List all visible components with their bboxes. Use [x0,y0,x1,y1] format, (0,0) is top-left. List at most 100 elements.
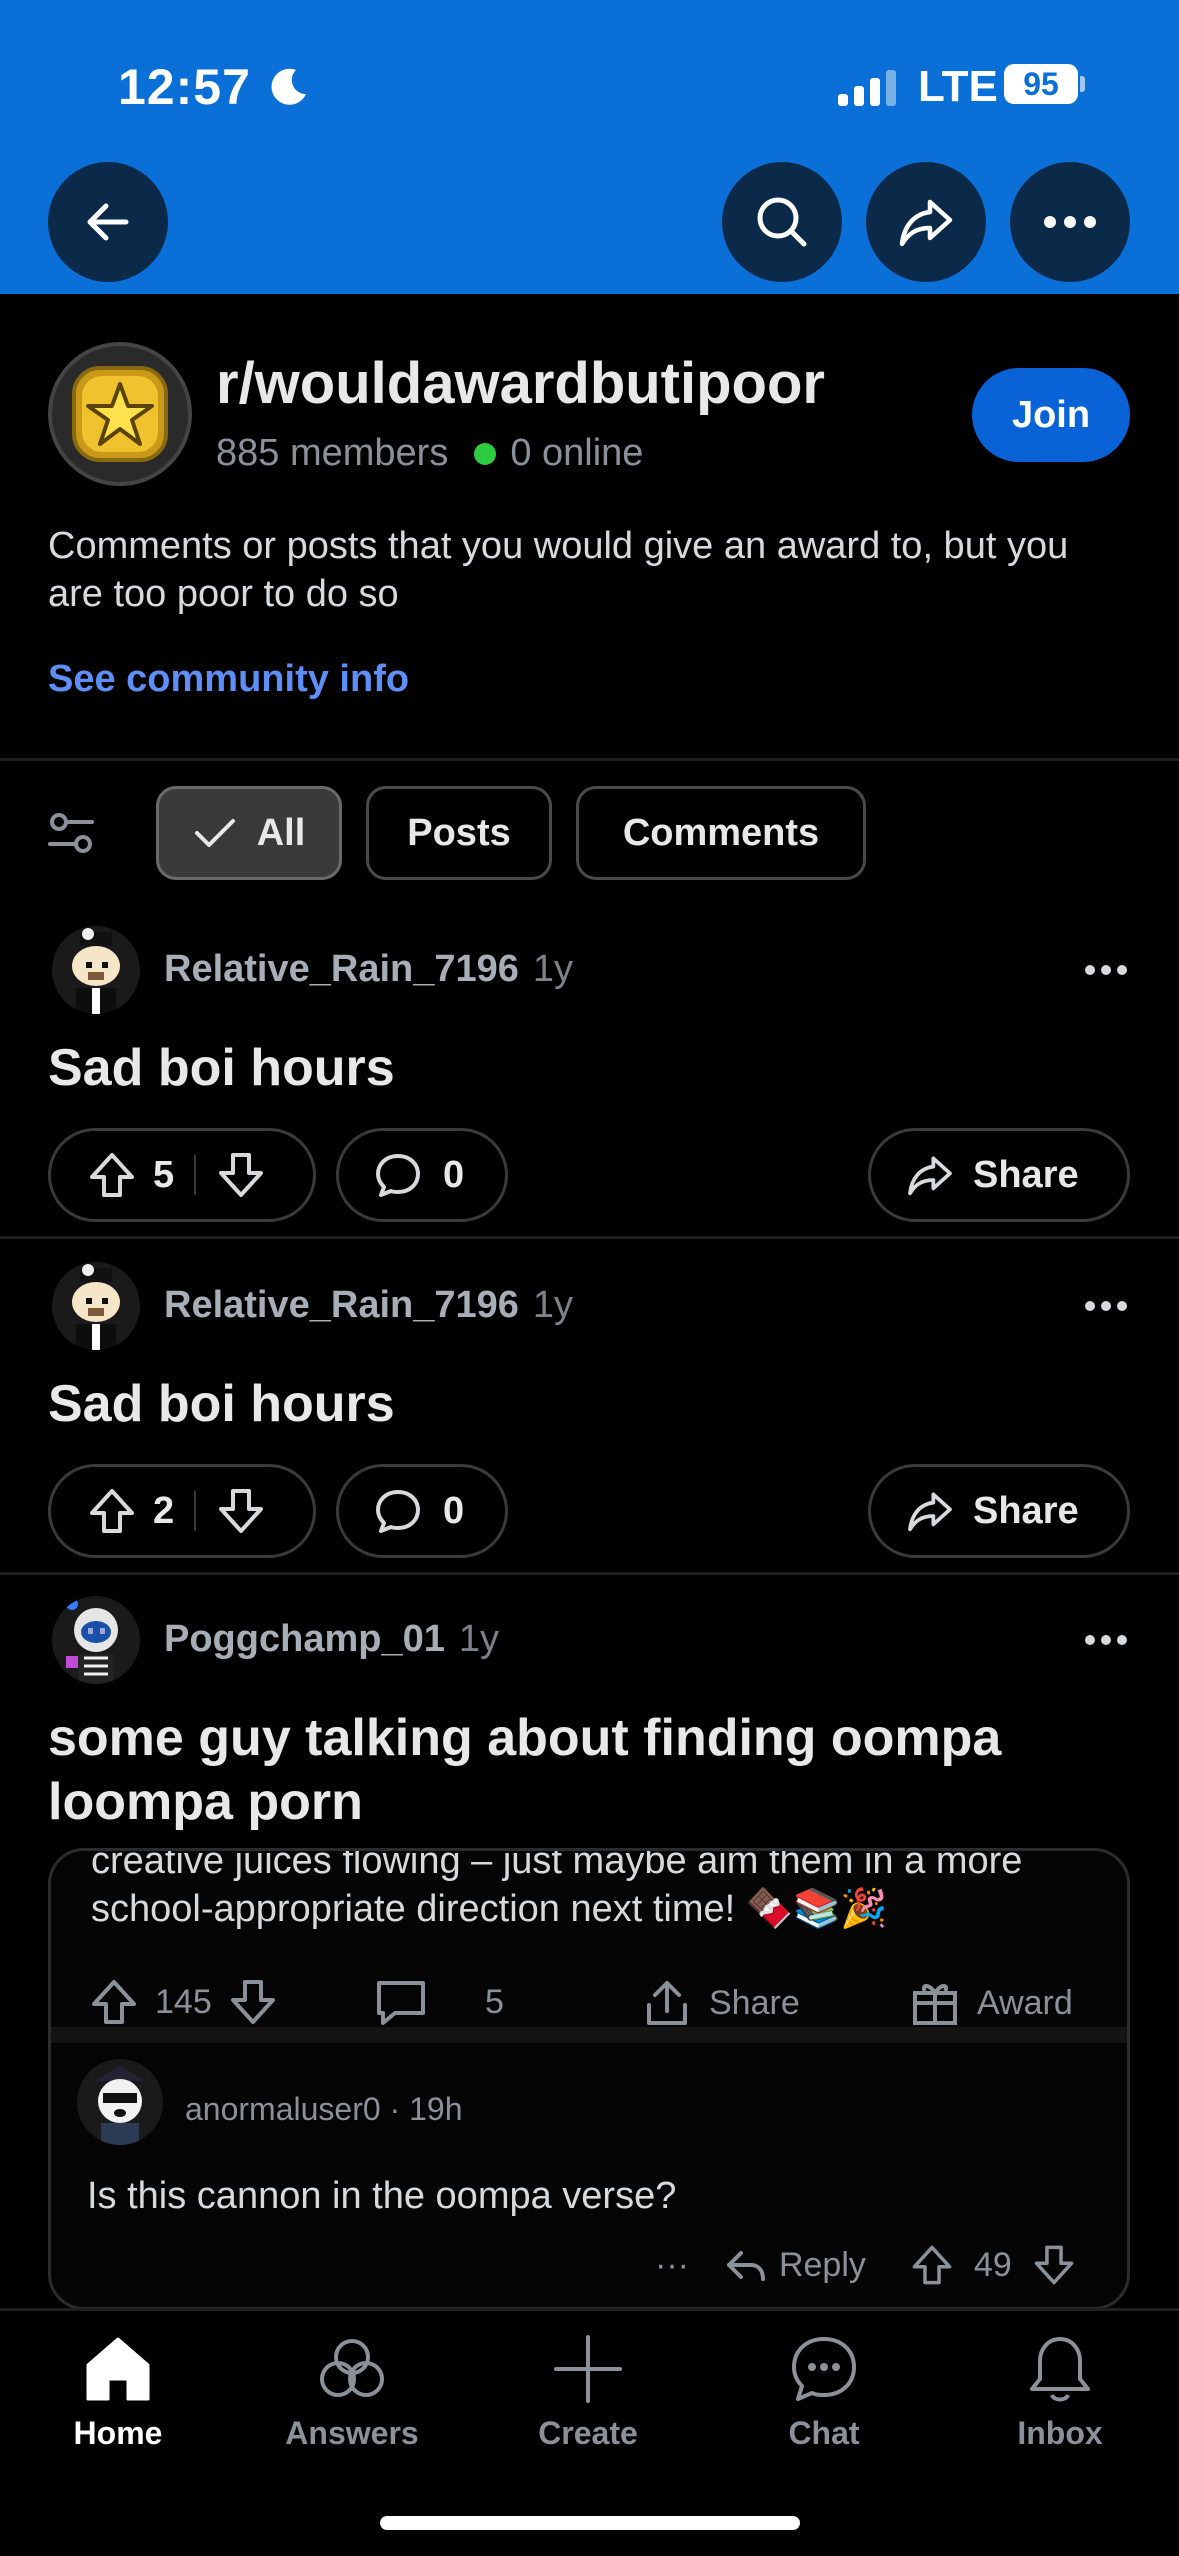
nav-item-answers[interactable]: Answers [262,2329,442,2452]
post-age: 1y [532,948,574,990]
post-title[interactable]: some guy talking about finding oompa loo… [48,1706,1128,1834]
nav-item-chat[interactable]: Chat [734,2329,914,2452]
author-name: Poggchamp_01 [164,1618,445,1660]
vote-separator [194,1491,197,1531]
divider [0,1572,1179,1575]
embed-share-label: Share [709,1983,800,2022]
home-icon [86,2337,150,2401]
more-horizontal-icon[interactable] [1084,1633,1128,1647]
home-indicator [380,2516,800,2530]
signal-icon [838,68,896,106]
more-options-button[interactable] [1010,162,1130,282]
search-button[interactable] [722,162,842,282]
filter-chip-posts[interactable]: Posts [366,786,552,880]
comment-actions: ··· Reply 49 [655,2243,1076,2287]
post-author[interactable]: Relative_Rain_7196 1y [164,948,573,991]
post-age: 1y [458,1618,500,1660]
user-avatar-icon [77,2059,163,2145]
divider [0,1236,1179,1239]
post-title[interactable]: Sad boi hours [48,1372,1128,1436]
reply-icon [726,2251,765,2281]
comment-icon [377,1981,425,2025]
nav-label: Inbox [1017,2415,1103,2451]
comment-reply-label: Reply [778,2245,866,2284]
downvote-icon[interactable] [216,1486,266,1536]
vote-count: 5 [153,1153,175,1196]
see-community-info-link[interactable]: See community info [48,658,409,701]
comments-button[interactable]: 0 [336,1128,508,1222]
comment-more: ··· [655,2245,689,2284]
comment-text: Is this cannon in the oompa verse? [87,2175,677,2217]
avatar[interactable] [52,1262,140,1350]
comment-vote-count: 49 [973,2245,1012,2284]
vote-count: 2 [153,1489,175,1532]
filter-chip-comments[interactable]: Comments [576,786,866,880]
community-name: r/wouldawardbutipoor [216,351,825,416]
downvote-icon [230,1980,275,2024]
share-icon [899,199,953,247]
upvote-icon[interactable] [87,1486,137,1536]
top-bar: 12:57 LTE 95 [0,0,1179,294]
battery-icon: 95 [1004,64,1078,104]
avatar[interactable] [52,926,140,1014]
avatar[interactable] [52,1596,140,1684]
back-button[interactable] [48,162,168,282]
downvote-icon[interactable] [216,1150,266,1200]
share-button[interactable]: Share [868,1128,1130,1222]
author-name: Relative_Rain_7196 [164,1284,519,1326]
search-icon [757,197,807,247]
nav-label: Home [73,2415,163,2451]
answers-icon [320,2339,384,2397]
embed-comment-count: 5 [485,1982,504,2021]
upvote-icon [912,2245,952,2285]
share-icon [908,1156,952,1196]
community-description: Comments or posts that you would give an… [48,525,1069,615]
share-community-button[interactable] [866,162,986,282]
nav-item-create[interactable]: Create [498,2329,678,2452]
check-icon [194,819,235,847]
share-label: Share [973,1153,1079,1196]
nav-item-home[interactable]: Home [28,2329,208,2452]
post-image[interactable]: creative juices flowing – just maybe aim… [48,1848,1130,2310]
comment-author-name: anormaluser0 [185,2091,381,2127]
downvote-icon [1034,2245,1074,2285]
upvote-icon[interactable] [87,1150,137,1200]
nav-label: Create [538,2415,638,2451]
battery-tip [1080,76,1085,92]
post-author[interactable]: Poggchamp_01 1y [164,1618,499,1661]
share-label: Share [973,1489,1079,1532]
vote-pill: 5 [48,1128,316,1222]
embed-vote-count: 145 [155,1982,212,2021]
avatar [77,2059,163,2145]
share-button[interactable]: Share [868,1464,1130,1558]
embed-award: Award [909,1977,1073,2029]
embed-separator [51,2027,1127,2043]
user-avatar-icon [52,1596,140,1684]
post-title[interactable]: Sad boi hours [48,1036,1128,1100]
author-name: Relative_Rain_7196 [164,948,519,990]
sliders-icon[interactable] [48,810,94,856]
upload-share-icon [647,1981,687,2025]
embed-vote: 145 [89,1977,278,2027]
community-avatar [48,342,192,486]
more-horizontal-icon[interactable] [1084,1299,1128,1313]
filter-chip-all[interactable]: All [156,786,342,880]
filter-chip-label: All [256,811,306,854]
vote-separator [194,1155,197,1195]
nav-item-inbox[interactable]: Inbox [970,2329,1150,2452]
comment-icon [376,1490,420,1533]
comment-count: 0 [443,1489,465,1532]
comments-button[interactable]: 0 [336,1464,508,1558]
comment-count: 0 [443,1153,465,1196]
join-button[interactable]: Join [972,368,1130,462]
filter-chip-label: Posts [407,811,511,854]
upvote-icon [92,1980,136,2024]
comment-age: 19h [409,2091,463,2127]
embed-comments: 5 [373,1977,504,2027]
post-author[interactable]: Relative_Rain_7196 1y [164,1284,573,1327]
moon-icon [271,68,306,105]
more-horizontal-icon [1044,216,1096,228]
more-horizontal-icon[interactable] [1084,963,1128,977]
divider [0,758,1179,761]
chat-icon [792,2337,856,2401]
